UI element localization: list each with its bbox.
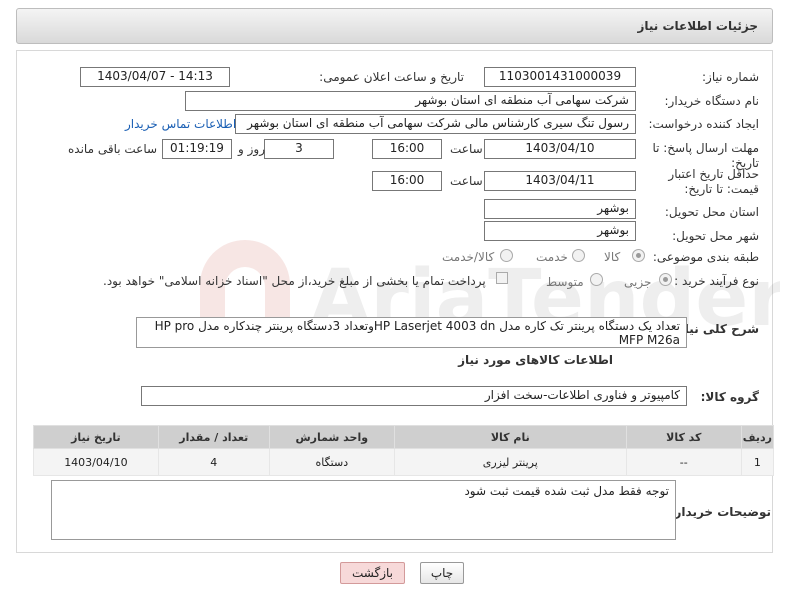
city-label: شهر محل تحویل: [672,229,759,243]
buyer-org-label: نام دستگاه خریدار: [664,94,760,108]
announce-field: 1403/04/07 - 14:13 [80,67,230,87]
cell-date: 1403/04/10 [33,448,159,476]
validity-date-field: 1403/04/11 [484,171,636,191]
category-label: طبقه بندی موضوعی: [652,250,759,264]
goods-info-title: اطلاعات کالاهای مورد نیاز [458,353,613,367]
contact-buyer-link[interactable]: اطلاعات تماس خریدار [125,117,236,131]
validity-time-field: 16:00 [372,171,442,191]
print-button[interactable]: چاپ [420,562,464,584]
buyer-org-field: شرکت سهامی آب منطقه ای استان بوشهر [185,91,636,111]
validity-time-label: ساعت [450,174,483,188]
need-number-label: شماره نیاز: [702,70,759,84]
purchase-type-label: نوع فرآیند خرید : [674,274,759,288]
creator-field: رسول تنگ سیری کارشناس مالی شرکت سهامی آب… [235,114,636,134]
col-code-header: کد کالا [625,425,742,449]
remaining-label: ساعت باقی مانده [68,142,158,156]
table-header-row: ردیف کد کالا نام کالا واحد شمارش تعداد /… [33,425,775,449]
header-panel: جزئیات اطلاعات نیاز [16,8,773,44]
col-name-header: نام کالا [393,425,627,449]
page-title: جزئیات اطلاعات نیاز [637,19,758,33]
col-row-header: ردیف [740,425,775,449]
col-date-header: تاریخ نیاز [33,425,159,449]
payment-note: پرداخت تمام یا بخشی از مبلغ خرید،از محل … [103,274,486,288]
cell-row: 1 [740,448,775,476]
city-field: بوشهر [484,221,636,241]
col-qty-header: تعداد / مقدار [157,425,270,449]
buyer-notes-label: توضیحات خریدار: [669,505,771,519]
cell-unit: دستگاه [268,448,395,476]
province-field: بوشهر [484,199,636,219]
reply-time-label: ساعت [450,142,483,156]
category-option-both: کالا/خدمت [442,250,495,264]
purchase-option-medium: متوسط [546,275,584,289]
buyer-notes-box: توجه فقط مدل ثبت شده قیمت ثبت شود [51,480,676,540]
description-box: تعداد یک دستگاه پرینتر تک کاره مدل HP La… [136,317,687,348]
days-field: 3 [264,139,334,159]
goods-group-field: کامپیوتر و فناوری اطلاعات-سخت افزار [141,386,687,406]
reply-time-field: 16:00 [372,139,442,159]
purchase-radio-minor[interactable] [659,273,672,286]
cell-name: پرینتر لیزری [393,448,627,476]
goods-group-label: گروه کالا: [700,390,759,404]
category-option-service: خدمت [536,250,568,264]
table-row: 1 -- پرینتر لیزری دستگاه 4 1403/04/10 [33,448,775,476]
cell-code: -- [625,448,742,476]
category-radio-both[interactable] [500,249,513,262]
treasury-payment-checkbox[interactable] [496,272,508,284]
need-number-field: 1103001431000039 [484,67,636,87]
items-table: ردیف کد کالا نام کالا واحد شمارش تعداد /… [33,425,775,476]
announce-label: تاریخ و ساعت اعلان عمومی: [319,70,464,84]
col-unit-header: واحد شمارش [268,425,395,449]
price-validity-label: حداقل تاریخ اعتبار قیمت: تا تاریخ: [668,167,759,196]
days-label: روز و [238,142,265,156]
category-radio-service[interactable] [572,249,585,262]
category-radio-goods[interactable] [632,249,645,262]
reply-date-field: 1403/04/10 [484,139,636,159]
province-label: استان محل تحویل: [664,205,759,219]
purchase-option-minor: جزیی [624,275,652,289]
cell-qty: 4 [157,448,270,476]
purchase-radio-medium[interactable] [590,273,603,286]
back-button[interactable]: بازگشت [340,562,405,584]
creator-label: ایجاد کننده درخواست: [648,117,759,131]
remaining-time-field: 01:19:19 [162,139,232,159]
category-option-goods: کالا [604,250,621,264]
